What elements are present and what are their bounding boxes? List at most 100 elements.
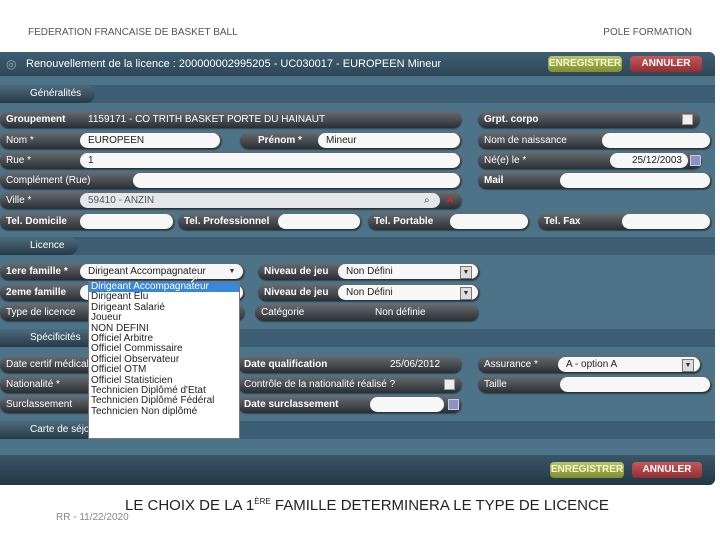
tab-generalites[interactable]: Généralités	[0, 85, 95, 103]
date-qualif-field: Date qualification 25/06/2012	[238, 356, 462, 373]
tel-pro-input[interactable]	[278, 214, 360, 229]
chevron-down-icon[interactable]: ▼	[227, 266, 237, 277]
caption-main: LE CHOIX DE LA 1	[125, 497, 255, 514]
mouse-cursor-icon: ➚	[189, 272, 200, 286]
nationalite-label: Nationalité *	[6, 379, 60, 390]
tel-domicile-field: Tel. Domicile	[0, 213, 175, 230]
nom-input[interactable]: EUROPEEN	[80, 133, 220, 148]
section-licence: Licence	[0, 237, 715, 255]
famille1-field: 1ere famille * Dirigeant Accompagnateur ▼	[0, 263, 245, 280]
complement-field: Complément (Rue)	[0, 172, 462, 189]
taille-input[interactable]	[560, 377, 710, 392]
window-title: Renouvellement de la licence : 200000002…	[26, 58, 442, 70]
tel-fax-label: Tel. Fax	[544, 216, 581, 227]
nele-input[interactable]: 25/12/2003	[610, 153, 688, 168]
tel-domicile-input[interactable]	[80, 214, 173, 229]
niveau1-field: Niveau de jeu Non Défini ▼	[258, 263, 480, 280]
save-button-top[interactable]: ENREGISTRER	[548, 56, 622, 72]
famille1-select[interactable]: Dirigeant Accompagnateur ▼	[80, 264, 243, 279]
mail-label: Mail	[484, 175, 504, 186]
categorie-value: Non définie	[375, 307, 426, 318]
dropdown-option[interactable]: Officiel OTM	[89, 364, 239, 375]
assurance-field: Assurance * A - option A ▼	[478, 356, 702, 373]
famille1-dropdown-list[interactable]: Dirigeant Accompagnateur Dirigeant Elu Dir…	[88, 281, 240, 439]
complement-input[interactable]	[133, 173, 460, 188]
basketball-icon: ◎	[6, 57, 17, 71]
niveau2-select[interactable]: Non Défini ▼	[338, 285, 478, 300]
grpt-corpo-label: Grpt. corpo	[484, 114, 539, 125]
niveau2-value: Non Défini	[346, 287, 393, 298]
date-surclassement-input[interactable]	[370, 397, 444, 412]
dropdown-option[interactable]: Joueur	[89, 312, 239, 323]
mail-field: Mail	[478, 172, 712, 189]
calendar-icon[interactable]	[448, 399, 459, 410]
tab-licence[interactable]: Licence	[0, 237, 78, 255]
tel-fax-input[interactable]	[622, 214, 710, 229]
nele-field: Né(e) le * 25/12/2003	[478, 152, 702, 169]
nom-label: Nom *	[6, 135, 34, 146]
calendar-icon[interactable]	[690, 155, 701, 166]
caption-sup: ÈRE	[254, 497, 271, 506]
tel-portable-input[interactable]	[450, 214, 528, 229]
caption-rest: FAMILLE DETERMINERA LE TYPE DE LICENCE	[270, 497, 609, 514]
cancel-button[interactable]: ANNULER	[632, 462, 702, 478]
categorie-label: Catégorie	[261, 307, 305, 318]
title-bar: ◎ Renouvellement de la licence : 2000000…	[0, 52, 715, 76]
tel-portable-label: Tel. Portable	[374, 216, 434, 227]
assurance-value: A - option A	[566, 359, 618, 370]
nom-field: Nom * EUROPEEN	[0, 132, 222, 149]
cancel-button-top[interactable]: ANNULER	[630, 56, 702, 72]
tel-portable-field: Tel. Portable	[368, 213, 530, 230]
date-certif-label: Date certif médical	[6, 359, 89, 370]
controle-checkbox[interactable]	[444, 379, 455, 390]
niveau2-field: Niveau de jeu Non Défini ▼	[258, 284, 480, 301]
assurance-select[interactable]: A - option A ▼	[558, 357, 700, 372]
chevron-down-icon[interactable]: ▼	[460, 266, 472, 279]
grpt-corpo-checkbox[interactable]	[682, 114, 693, 125]
surclassement-label: Surclassement	[6, 399, 73, 410]
chevron-down-icon[interactable]: ▼	[460, 287, 472, 300]
date-surclassement-field: Date surclassement	[238, 396, 462, 413]
tel-fax-field: Tel. Fax	[538, 213, 712, 230]
type-licence-label: Type de licence	[6, 307, 76, 318]
tab-specificites[interactable]: Spécificités	[0, 329, 100, 347]
section-generalites: Généralités	[0, 85, 715, 103]
ville-input[interactable]: 59410 - ANZIN	[80, 193, 440, 208]
caption: LE CHOIX DE LA 1ÈRE FAMILLE DETERMINERA …	[125, 497, 609, 514]
assurance-label: Assurance *	[484, 359, 538, 370]
search-icon[interactable]: ⌕	[424, 192, 430, 209]
controle-field: Contrôle de la nationalité réalisé ?	[238, 376, 462, 393]
rue-field: Rue * 1	[0, 152, 462, 169]
rue-label: Rue *	[6, 155, 32, 166]
prenom-label: Prénom *	[258, 135, 302, 146]
categorie-field: Catégorie Non définie	[255, 304, 479, 321]
clear-icon[interactable]: ✕	[446, 192, 454, 209]
rue-input[interactable]: 1	[80, 153, 460, 168]
footer-bar: ENREGISTRER ANNULER	[0, 455, 715, 485]
taille-label: Taille	[484, 379, 507, 390]
footer-date: RR - 11/22/2020	[56, 512, 129, 523]
mail-input[interactable]	[560, 173, 710, 188]
groupement-field: Groupement 1159171 - CO TRITH BASKET PORT…	[0, 111, 462, 128]
tel-domicile-label: Tel. Domicile	[6, 216, 67, 227]
org-header: FEDERATION FRANCAISE DE BASKET BALL	[28, 27, 238, 38]
nom-naissance-input[interactable]	[602, 133, 710, 148]
tel-pro-field: Tel. Professionnel	[178, 213, 362, 230]
groupement-label: Groupement	[6, 114, 66, 125]
chevron-down-icon[interactable]: ▼	[682, 359, 694, 372]
niveau1-select[interactable]: Non Défini ▼	[338, 264, 478, 279]
date-surclassement-label: Date surclassement	[244, 399, 339, 410]
famille2-label: 2eme famille	[6, 287, 67, 298]
prenom-input[interactable]: Mineur	[318, 133, 460, 148]
complement-label: Complément (Rue)	[6, 175, 91, 186]
date-qualif-value: 25/06/2012	[390, 359, 441, 370]
niveau1-label: Niveau de jeu	[264, 266, 329, 277]
pole-header: POLE FORMATION	[603, 27, 692, 38]
ville-field: Ville * 59410 - ANZIN ⌕ ✕	[0, 192, 462, 209]
controle-label: Contrôle de la nationalité réalisé ?	[244, 379, 396, 390]
save-button[interactable]: ENREGISTRER	[550, 462, 624, 478]
prenom-field: Prénom * Mineur	[240, 132, 462, 149]
niveau1-value: Non Défini	[346, 266, 393, 277]
niveau2-label: Niveau de jeu	[264, 287, 329, 298]
dropdown-option[interactable]: Technicien Non diplômé	[89, 406, 239, 417]
